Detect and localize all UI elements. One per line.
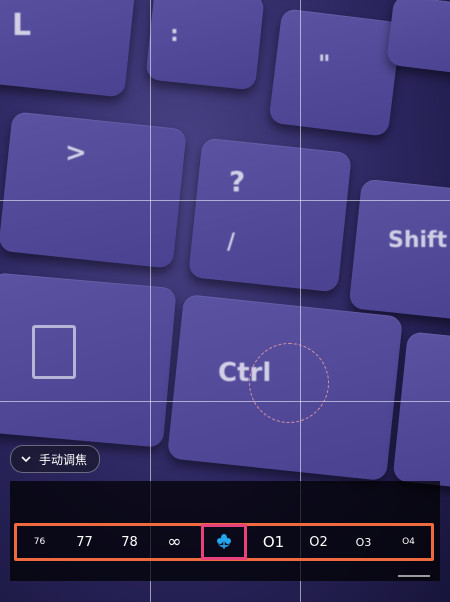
focus-stop[interactable]: 77 (62, 535, 107, 550)
focus-stop-macro-selected[interactable] (201, 524, 247, 560)
menu-key-icon (32, 325, 76, 379)
manual-focus-label: 手动调焦 (39, 452, 88, 467)
keyboard-key (268, 8, 402, 137)
key-legend: / (227, 230, 236, 255)
focus-stop-infinity[interactable]: ∞ (152, 532, 197, 552)
key-legend: > (65, 138, 87, 168)
slider-handle[interactable] (398, 575, 430, 577)
keyboard-key (392, 331, 450, 489)
grid-line (0, 401, 450, 402)
key-legend: Shift (388, 228, 448, 253)
key-legend: ? (229, 165, 246, 198)
keyboard-key (188, 137, 352, 293)
focus-stop[interactable]: O4 (386, 537, 431, 547)
focus-stop[interactable]: O3 (341, 536, 386, 549)
focus-stop[interactable]: O1 (251, 533, 296, 551)
focus-ring[interactable] (249, 343, 329, 423)
focus-stop[interactable]: 76 (17, 537, 62, 547)
focus-stop[interactable]: O2 (296, 535, 341, 550)
key-legend: L (12, 8, 32, 43)
macro-flower-icon (217, 534, 231, 549)
key-legend: : (170, 22, 179, 47)
grid-line (0, 200, 450, 201)
manual-focus-toggle[interactable]: 手动调焦 (10, 445, 101, 473)
keyboard-key (145, 0, 265, 91)
keyboard-key (386, 0, 450, 76)
chevron-down-icon (21, 456, 31, 463)
focus-stop[interactable]: 78 (107, 535, 152, 550)
keyboard-key (0, 111, 187, 269)
focus-distance-slider[interactable]: 76 77 78 ∞ O1 O2 O3 O4 (14, 523, 434, 561)
key-legend: " (318, 50, 331, 78)
